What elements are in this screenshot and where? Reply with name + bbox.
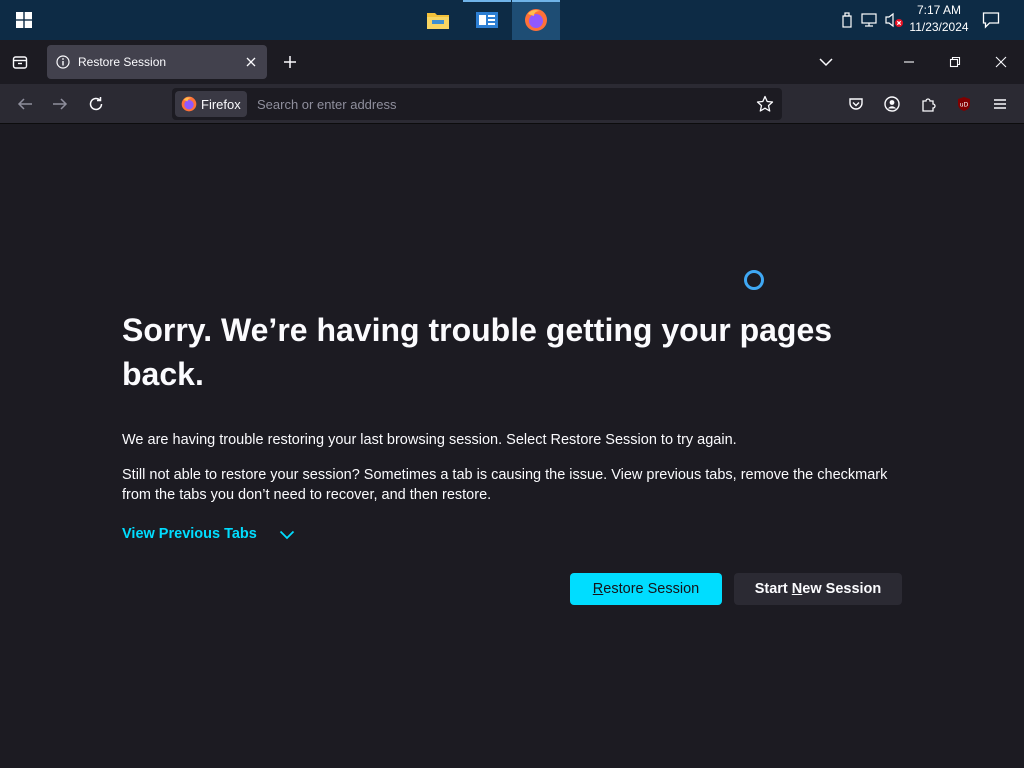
firefox-view-icon <box>12 56 28 69</box>
troubleshoot-instructions: Still not able to restore your session? … <box>122 467 888 503</box>
ublock-origin-button[interactable]: uD <box>951 92 977 116</box>
account-button[interactable] <box>879 92 905 116</box>
restore-accel-key: R <box>592 581 604 597</box>
loading-cursor-icon <box>744 270 764 290</box>
firefox-icon <box>525 9 547 31</box>
taskbar-firefox[interactable] <box>512 0 560 40</box>
new-tab-button[interactable] <box>278 50 302 74</box>
new-session-accel-key: N <box>791 581 803 597</box>
file-explorer-icon <box>427 13 449 29</box>
notification-icon <box>982 12 1000 29</box>
restore-session-button[interactable]: Restore Session <box>570 573 722 605</box>
identity-label: Firefox <box>201 96 241 112</box>
identity-box[interactable]: Firefox <box>175 91 247 117</box>
tab-restore-session[interactable]: Restore Session <box>47 45 267 79</box>
back-button[interactable] <box>12 92 38 116</box>
start-new-session-button[interactable]: Start New Session <box>734 573 902 605</box>
tab-title: Restore Session <box>78 55 167 69</box>
puzzle-icon <box>922 98 936 112</box>
new-session-label-before: Start <box>754 581 792 597</box>
notification-center-button[interactable] <box>976 0 1006 40</box>
close-icon <box>995 56 1007 68</box>
taskbar-clock[interactable]: 7:17 AM 11/23/2024 <box>904 2 974 38</box>
address-input[interactable]: Search or enter address <box>257 97 396 112</box>
tray-network[interactable] <box>860 0 880 40</box>
restore-window-button[interactable] <box>932 42 978 82</box>
extensions-button[interactable] <box>915 92 941 116</box>
plus-icon <box>284 56 296 68</box>
forward-button[interactable] <box>47 92 73 116</box>
page-title: Sorry. We’re having trouble getting your… <box>122 312 833 392</box>
bookmark-star-button[interactable] <box>754 93 776 115</box>
firefox-view-button[interactable] <box>6 48 34 76</box>
chevron-down-icon <box>819 58 833 67</box>
tab-close-icon[interactable] <box>243 54 259 70</box>
forward-arrow-icon <box>53 98 68 110</box>
tray-usb[interactable] <box>838 0 856 40</box>
list-all-tabs-button[interactable] <box>812 50 840 74</box>
taskbar-news-app[interactable] <box>463 0 511 40</box>
firefox-logo-icon <box>181 96 197 112</box>
clock-time: 7:17 AM <box>916 3 962 17</box>
restore-instructions: We are having trouble restoring your las… <box>122 432 737 448</box>
chevron-down-icon[interactable] <box>278 528 296 542</box>
minimize-button[interactable] <box>886 42 932 82</box>
news-app-icon <box>476 12 498 28</box>
app-menu-button[interactable] <box>987 92 1013 116</box>
hamburger-menu-icon <box>994 99 1006 109</box>
restore-label-rest: estore Session <box>603 581 700 597</box>
clock-date: 11/23/2024 <box>909 20 969 34</box>
svg-text:uD: uD <box>960 102 969 109</box>
tray-volume[interactable] <box>884 0 904 40</box>
new-session-label-after: ew Session <box>802 581 882 597</box>
close-window-button[interactable] <box>978 42 1024 82</box>
ublock-origin-icon: uD <box>958 97 970 111</box>
star-icon <box>756 95 774 112</box>
usb-device-icon <box>842 12 852 28</box>
windows-logo-icon <box>16 12 32 28</box>
network-icon <box>861 13 877 27</box>
volume-muted-icon <box>885 12 903 28</box>
start-button[interactable] <box>0 0 48 40</box>
restore-window-icon <box>949 56 961 68</box>
account-icon <box>884 96 900 112</box>
minimize-icon <box>904 61 914 63</box>
reload-button[interactable] <box>83 92 109 116</box>
taskbar-file-explorer[interactable] <box>414 0 462 40</box>
view-previous-tabs-link[interactable]: View Previous Tabs <box>122 526 257 542</box>
reload-icon <box>89 97 103 111</box>
windows-taskbar: 7:17 AM 11/23/2024 <box>0 0 1024 40</box>
pocket-button[interactable] <box>843 92 869 116</box>
pocket-icon <box>849 98 863 110</box>
back-arrow-icon <box>17 98 32 110</box>
info-icon <box>56 55 70 74</box>
